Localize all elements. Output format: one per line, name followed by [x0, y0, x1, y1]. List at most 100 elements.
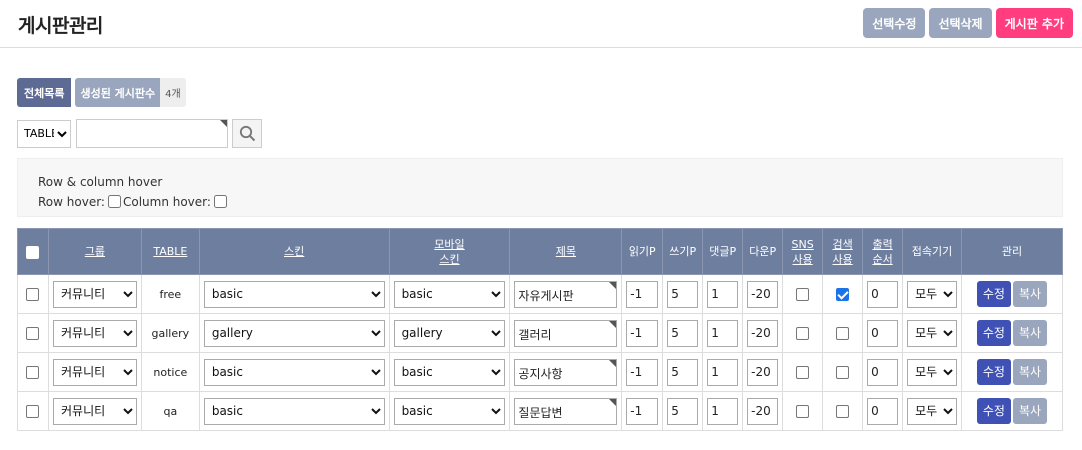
- add-board-button[interactable]: 게시판 추가: [995, 8, 1073, 38]
- comment-point-input[interactable]: 1: [707, 358, 739, 386]
- copy-button[interactable]: 복사: [1012, 398, 1048, 424]
- hover-options-title: Row & column hover: [38, 175, 163, 189]
- hover-options-panel: Row & column hover Row hover: Column hove…: [17, 158, 1063, 217]
- read-point-input[interactable]: -1: [626, 358, 659, 386]
- edit-button[interactable]: 수정: [976, 359, 1011, 385]
- edit-button[interactable]: 수정: [976, 398, 1011, 424]
- device-select[interactable]: 모두: [907, 280, 957, 308]
- sort-search[interactable]: 검색 사용: [822, 228, 864, 275]
- read-point-input[interactable]: -1: [626, 280, 659, 308]
- edit-button[interactable]: 수정: [976, 281, 1011, 307]
- skin-select[interactable]: basic: [203, 397, 385, 425]
- subject-input[interactable]: 공지사항: [514, 358, 618, 386]
- table-id: free: [140, 274, 200, 314]
- table-id: notice: [140, 352, 200, 392]
- table-row: 커뮤니티 gallery gallery gallery 갤러리 -1 5 1 …: [17, 313, 1064, 353]
- column-hover-checkbox[interactable]: [213, 195, 227, 208]
- sort-subject[interactable]: 제목: [509, 228, 623, 275]
- edit-button[interactable]: 수정: [976, 320, 1011, 346]
- copy-button[interactable]: 복사: [1012, 359, 1048, 385]
- skin-select[interactable]: basic: [203, 280, 385, 308]
- comment-point-input[interactable]: 1: [707, 397, 739, 425]
- group-select[interactable]: 커뮤니티: [52, 280, 137, 308]
- search-bar: TABLE: [17, 119, 262, 148]
- subject-input[interactable]: 질문답변: [514, 397, 618, 425]
- table-id: gallery: [140, 313, 200, 353]
- order-input[interactable]: 0: [867, 358, 899, 386]
- copy-button[interactable]: 복사: [1012, 320, 1048, 346]
- sort-table[interactable]: TABLE: [140, 228, 200, 275]
- write-point-input[interactable]: 5: [667, 280, 699, 308]
- skin-select[interactable]: gallery: [203, 319, 385, 347]
- sort-sns[interactable]: SNS 사용: [782, 228, 824, 275]
- download-point-input[interactable]: -20: [747, 397, 779, 425]
- resize-corner-icon: [609, 398, 617, 406]
- search-input[interactable]: [76, 119, 228, 148]
- sns-use-checkbox[interactable]: [796, 326, 810, 340]
- order-input[interactable]: 0: [867, 280, 899, 308]
- tab-all-list[interactable]: 전체목록: [17, 78, 72, 107]
- column-hover-label: Column hover:: [122, 195, 211, 209]
- resize-corner-icon: [609, 320, 617, 328]
- sort-order[interactable]: 출력 순서: [862, 228, 904, 275]
- comment-point-input[interactable]: 1: [707, 319, 739, 347]
- download-point-input[interactable]: -20: [747, 358, 779, 386]
- sns-use-checkbox[interactable]: [796, 287, 810, 301]
- download-point-input[interactable]: -20: [747, 319, 779, 347]
- download-point-input[interactable]: -20: [747, 280, 779, 308]
- comment-point-input[interactable]: 1: [707, 280, 739, 308]
- search-use-checkbox[interactable]: [836, 287, 850, 301]
- order-input[interactable]: 0: [867, 319, 899, 347]
- board-count-badge: 4개: [160, 78, 186, 107]
- header-download-point: 다운P: [742, 228, 784, 275]
- table-row: 커뮤니티 free basic basic 자유게시판 -1 5 1 -20 0…: [17, 274, 1064, 314]
- sort-skin[interactable]: 스킨: [198, 228, 390, 275]
- table-row: 커뮤니티 notice basic basic 공지사항 -1 5 1 -20 …: [17, 352, 1064, 392]
- write-point-input[interactable]: 5: [667, 319, 699, 347]
- search-use-checkbox[interactable]: [836, 326, 850, 340]
- row-hover-checkbox[interactable]: [107, 195, 121, 208]
- search-field-select[interactable]: TABLE: [17, 119, 71, 148]
- device-select[interactable]: 모두: [907, 397, 957, 425]
- group-select[interactable]: 커뮤니티: [52, 358, 137, 386]
- resize-corner-icon: [220, 120, 227, 127]
- device-select[interactable]: 모두: [907, 358, 957, 386]
- write-point-input[interactable]: 5: [667, 358, 699, 386]
- subject-input[interactable]: 갤러리: [514, 319, 618, 347]
- sort-mobile-skin[interactable]: 모바일 스킨: [388, 228, 511, 275]
- search-use-checkbox[interactable]: [836, 365, 850, 379]
- row-select-checkbox[interactable]: [26, 404, 40, 418]
- row-select-checkbox[interactable]: [26, 326, 40, 340]
- search-button[interactable]: [232, 119, 262, 148]
- copy-button[interactable]: 복사: [1012, 281, 1048, 307]
- row-select-checkbox[interactable]: [26, 365, 40, 379]
- row-select-checkbox[interactable]: [26, 287, 40, 301]
- search-use-checkbox[interactable]: [836, 404, 850, 418]
- group-select[interactable]: 커뮤니티: [52, 319, 137, 347]
- select-all-checkbox[interactable]: [26, 245, 40, 259]
- group-select[interactable]: 커뮤니티: [52, 397, 137, 425]
- list-tabs: 전체목록 생성된 게시판수 4개: [17, 78, 186, 107]
- edit-selected-button[interactable]: 선택수정: [863, 8, 926, 38]
- sns-use-checkbox[interactable]: [796, 365, 810, 379]
- read-point-input[interactable]: -1: [626, 397, 659, 425]
- subject-input[interactable]: 자유게시판: [514, 280, 618, 308]
- header-comment-point: 댓글P: [702, 228, 744, 275]
- mobile-skin-select[interactable]: gallery: [393, 319, 506, 347]
- mobile-skin-select[interactable]: basic: [393, 280, 506, 308]
- mobile-skin-select[interactable]: basic: [393, 397, 506, 425]
- sns-use-checkbox[interactable]: [796, 404, 810, 418]
- header-device: 접속기기: [902, 228, 962, 275]
- resize-corner-icon: [609, 359, 617, 367]
- skin-select[interactable]: basic: [203, 358, 385, 386]
- page-title: 게시판관리: [18, 15, 103, 37]
- device-select[interactable]: 모두: [907, 319, 957, 347]
- mobile-skin-select[interactable]: basic: [393, 358, 506, 386]
- read-point-input[interactable]: -1: [626, 319, 659, 347]
- header-read-point: 읽기P: [621, 228, 664, 275]
- sort-group[interactable]: 그룹: [47, 228, 142, 275]
- delete-selected-button[interactable]: 선택삭제: [929, 8, 992, 38]
- write-point-input[interactable]: 5: [667, 397, 699, 425]
- order-input[interactable]: 0: [867, 397, 899, 425]
- header-write-point: 쓰기P: [662, 228, 704, 275]
